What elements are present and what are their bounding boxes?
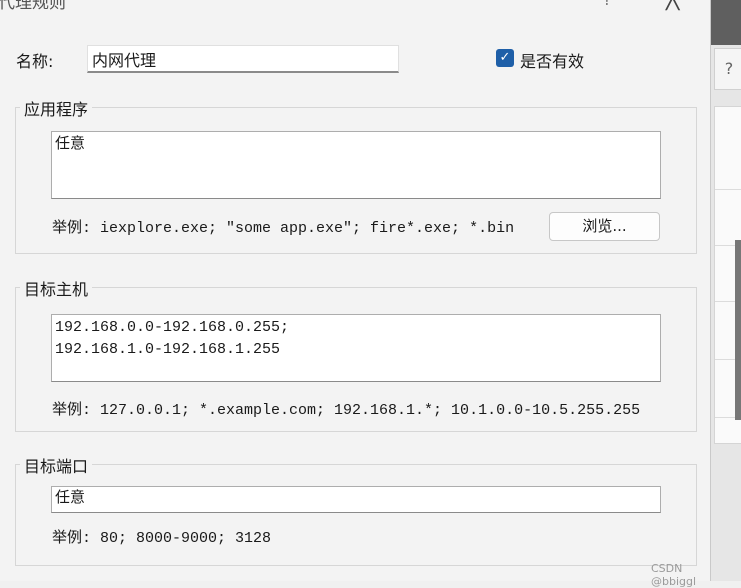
browse-button[interactable]: 浏览... bbox=[549, 212, 660, 241]
target-port-group bbox=[15, 464, 697, 566]
enabled-checkbox[interactable]: ✓ bbox=[496, 49, 514, 67]
background-help-icon[interactable]: ? bbox=[714, 48, 741, 90]
background-scrollbar[interactable] bbox=[735, 240, 741, 420]
target-host-group-title: 目标主机 bbox=[20, 276, 93, 300]
dialog-title: 代理规则 bbox=[0, 0, 66, 13]
background-window-header bbox=[711, 0, 741, 45]
name-input[interactable]: 内网代理 bbox=[87, 45, 399, 73]
enabled-label[interactable]: 是否有效 bbox=[520, 48, 584, 72]
target-port-group-title: 目标端口 bbox=[20, 453, 93, 477]
close-icon[interactable]: ╳ bbox=[666, 0, 679, 11]
application-input[interactable]: 任意 bbox=[51, 131, 661, 199]
application-group-title: 应用程序 bbox=[20, 96, 93, 120]
name-label: 名称: bbox=[16, 52, 54, 71]
application-example: 举例: iexplore.exe; "some app.exe"; fire*.… bbox=[52, 220, 515, 237]
help-icon[interactable]: ? bbox=[603, 0, 612, 9]
proxy-rule-dialog: 代理规则 ? ╳ 名称: 内网代理 ✓ 是否有效 应用程序 任意 举例: iex… bbox=[0, 0, 710, 588]
target-host-example: 举例: 127.0.0.1; *.example.com; 192.168.1.… bbox=[52, 402, 641, 419]
target-host-input[interactable]: 192.168.0.0-192.168.0.255; 192.168.1.0-1… bbox=[51, 314, 661, 382]
target-port-input[interactable]: 任意 bbox=[51, 486, 661, 513]
watermark: CSDN @bbiggl bbox=[651, 562, 697, 588]
target-port-example: 举例: 80; 8000-9000; 3128 bbox=[52, 530, 272, 547]
